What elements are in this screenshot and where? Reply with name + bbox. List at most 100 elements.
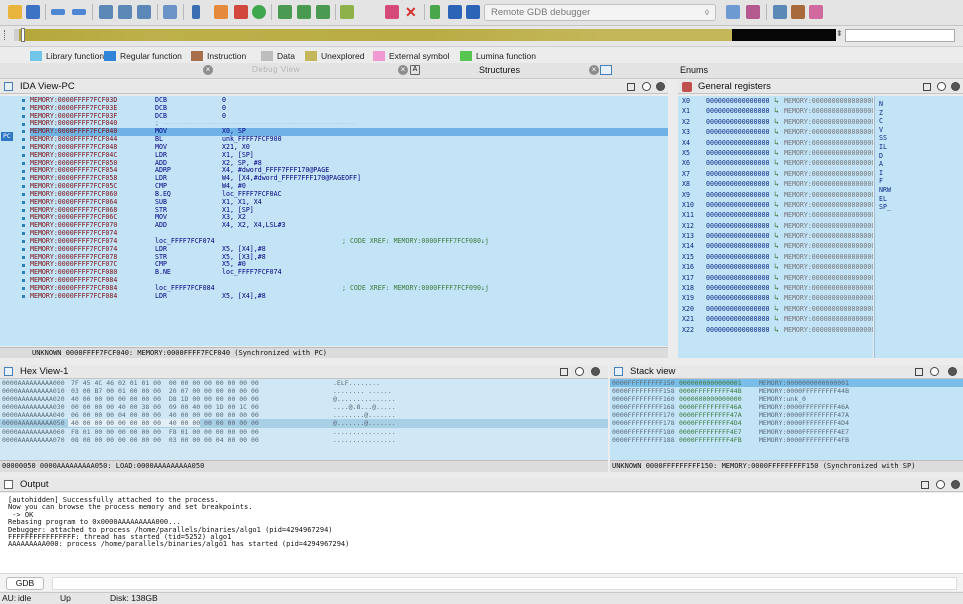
- register-jump-icon[interactable]: ↳: [774, 221, 779, 231]
- register-row[interactable]: X12 0000000000000000 ↳ MEMORY:0000000000000…: [678, 221, 873, 231]
- hex-row[interactable]: 0000AAAAAAAAA050 40 00 00 00 00 00 00 00 …: [0, 419, 608, 428]
- cursor-icon[interactable]: [192, 5, 200, 19]
- step-over-icon[interactable]: [791, 5, 805, 19]
- flag-name[interactable]: A: [879, 160, 883, 168]
- close-icon[interactable]: ×: [203, 65, 213, 75]
- register-jump-icon[interactable]: ↳: [774, 148, 779, 158]
- folder-icon[interactable]: [99, 5, 113, 19]
- register-row[interactable]: X9 0000000000000000 ↳ MEMORY:00000000000000…: [678, 190, 873, 200]
- disassembly-line[interactable]: MEMORY:0000FFFF7FCF03D DCB 0: [30, 96, 668, 105]
- register-row[interactable]: X0 0000000000000000 ↳ MEMORY:00000000000000…: [678, 96, 873, 106]
- close-icon[interactable]: [656, 82, 665, 91]
- disassembly-line[interactable]: MEMORY:0000FFFF7FCF064 SUB X1, X1, X4: [30, 198, 668, 207]
- command-input[interactable]: [52, 577, 957, 590]
- close-icon[interactable]: ×: [398, 65, 408, 75]
- tab-structures[interactable]: Structures: [479, 65, 520, 75]
- disassembly-line[interactable]: MEMORY:0000FFFF7FCF084 loc_FFFF7FCF084; C…: [30, 284, 668, 293]
- disassembly-listing[interactable]: PC MEMORY:0000FFFF7FCF03D DCB 0 MEMORY:0000…: [0, 96, 668, 346]
- attach-icon[interactable]: [726, 5, 740, 19]
- register-row[interactable]: X11 0000000000000000 ↳ MEMORY:0000000000000…: [678, 210, 873, 220]
- disassembly-line[interactable]: MEMORY:0000FFFF7FCF05C CMP W4, #0: [30, 182, 668, 191]
- back-icon[interactable]: [51, 9, 65, 15]
- register-jump-icon[interactable]: ↳: [774, 200, 779, 210]
- terminate-icon[interactable]: [466, 5, 480, 19]
- register-row[interactable]: X15 0000000000000000 ↳ MEMORY:0000000000000…: [678, 252, 873, 262]
- close-icon[interactable]: [948, 367, 957, 376]
- stack-row[interactable]: 0000FFFFFFFFF188 0000FFFFFFFFF4FB MEMORY:0…: [610, 436, 963, 444]
- disassembly-line[interactable]: MEMORY:0000FFFF7FCF048 MOV X21, X0: [30, 143, 668, 152]
- output-log[interactable]: [autohidden] Successfully attached to th…: [0, 493, 963, 573]
- run-to-cursor-icon[interactable]: [809, 5, 823, 19]
- register-row[interactable]: X1 0000000000000000 ↳ MEMORY:00000000000000…: [678, 106, 873, 116]
- disassembly-line[interactable]: MEMORY:0000FFFF7FCF050 ADD X2, SP, #8: [30, 159, 668, 168]
- breakpoint-icon[interactable]: [385, 5, 399, 19]
- stack-row[interactable]: 0000FFFFFFFFF158 0000FFFFFFFFF44B MEMORY:0…: [610, 387, 963, 395]
- register-jump-icon[interactable]: ↳: [774, 169, 779, 179]
- disassembly-line[interactable]: MEMORY:0000FFFF7FCF060 B.EQ loc_FFFF7FCF0A…: [30, 190, 668, 199]
- nav-address-input[interactable]: [845, 29, 955, 42]
- flags-list[interactable]: N Z C V SS IL D A I F NRW EL SP_: [874, 96, 963, 358]
- register-jump-icon[interactable]: ↳: [774, 117, 779, 127]
- flag-name[interactable]: I: [879, 169, 883, 177]
- graph-icon[interactable]: [234, 5, 248, 19]
- color-icon[interactable]: [252, 5, 266, 19]
- register-jump-icon[interactable]: ↳: [774, 304, 779, 314]
- stack-row[interactable]: 0000FFFFFFFFF168 0000FFFFFFFFF46A MEMORY:0…: [610, 403, 963, 411]
- restore-icon[interactable]: [923, 83, 931, 91]
- step-into-icon[interactable]: [773, 5, 787, 19]
- stack-listing[interactable]: 0000FFFFFFFFF150 0000000000000001 MEMORY:0…: [610, 379, 963, 460]
- disassembly-line[interactable]: MEMORY:0000FFFF7FCF080 B.NE loc_FFFF7FCF07…: [30, 268, 668, 277]
- register-row[interactable]: X20 0000000000000000 ↳ MEMORY:0000000000000…: [678, 304, 873, 314]
- flag-name[interactable]: Z: [879, 109, 883, 117]
- register-jump-icon[interactable]: ↳: [774, 106, 779, 116]
- navigation-strip[interactable]: [14, 28, 836, 42]
- disassembly-line[interactable]: MEMORY:0000FFFF7FCF058 LDR W4, [X4,#dword_…: [30, 174, 668, 183]
- minimize-icon[interactable]: [936, 480, 945, 489]
- pause-icon[interactable]: [448, 5, 462, 19]
- detach-icon[interactable]: [746, 5, 760, 19]
- register-row[interactable]: X22 0000000000000000 ↳ MEMORY:0000000000000…: [678, 325, 873, 335]
- register-row[interactable]: X3 0000000000000000 ↳ MEMORY:00000000000000…: [678, 127, 873, 137]
- disassembly-line[interactable]: MEMORY:0000FFFF7FCF040 MOV X0, SP: [30, 127, 668, 137]
- flag-name[interactable]: D: [879, 152, 883, 160]
- flag-name[interactable]: IL: [879, 143, 887, 151]
- disassembly-line[interactable]: MEMORY:0000FFFF7FCF040; -----------------…: [30, 120, 668, 128]
- register-jump-icon[interactable]: ↳: [774, 273, 779, 283]
- close-icon[interactable]: [951, 480, 960, 489]
- add-icon[interactable]: [278, 5, 292, 19]
- stack-row[interactable]: 0000FFFFFFFFF180 0000FFFFFFFFF4E7 MEMORY:0…: [610, 428, 963, 436]
- hex-row[interactable]: 0000AAAAAAAAA070 08 00 00 00 00 00 00 00 …: [0, 436, 608, 444]
- stack-row[interactable]: 0000FFFFFFFFF178 0000FFFFFFFFF4D4 MEMORY:0…: [610, 419, 963, 427]
- close-icon[interactable]: [591, 367, 600, 376]
- register-jump-icon[interactable]: ↳: [774, 96, 779, 106]
- close-icon[interactable]: [951, 82, 960, 91]
- flag-name[interactable]: F: [879, 177, 883, 185]
- nav-scroll-icon[interactable]: ⬍: [836, 29, 843, 38]
- flag-name[interactable]: EL: [879, 195, 887, 203]
- register-jump-icon[interactable]: ↳: [774, 158, 779, 168]
- minimize-icon[interactable]: [937, 82, 946, 91]
- disassembly-line[interactable]: MEMORY:0000FFFF7FCF044 BL unk_FFFF7FCF900: [30, 135, 668, 144]
- stack-row[interactable]: 0000FFFFFFFFF170 0000FFFFFFFFF47A MEMORY:0…: [610, 411, 963, 419]
- restore-icon[interactable]: [627, 83, 635, 91]
- save-icon[interactable]: [26, 5, 40, 19]
- disassembly-line[interactable]: MEMORY:0000FFFF7FCF084 LDR X5, [X4],#8: [30, 292, 668, 301]
- register-jump-icon[interactable]: ↳: [774, 190, 779, 200]
- stack-row[interactable]: 0000FFFFFFFFF150 0000000000000001 MEMORY:0…: [610, 379, 963, 388]
- run-icon[interactable]: [430, 5, 440, 19]
- segment-icon[interactable]: [137, 5, 151, 19]
- disassembly-line[interactable]: MEMORY:0000FFFF7FCF074 LDR X5, [X4],#8: [30, 245, 668, 254]
- general-registers-list[interactable]: X0 0000000000000000 ↳ MEMORY:00000000000000…: [678, 96, 873, 358]
- register-jump-icon[interactable]: ↳: [774, 179, 779, 189]
- hex-row[interactable]: 0000AAAAAAAAA030 00 00 00 00 40 00 38 00 …: [0, 403, 608, 411]
- register-jump-icon[interactable]: ↳: [774, 210, 779, 220]
- hex-dump[interactable]: 0000AAAAAAAAA000 7F 45 4C 46 02 01 01 00 …: [0, 379, 608, 460]
- flag-name[interactable]: SS: [879, 134, 887, 142]
- forward-icon[interactable]: [72, 9, 86, 15]
- register-row[interactable]: X21 0000000000000000 ↳ MEMORY:0000000000000…: [678, 314, 873, 324]
- disassembly-line[interactable]: MEMORY:0000FFFF7FCF07C CMP X5, #0: [30, 261, 668, 269]
- disassembly-line[interactable]: MEMORY:0000FFFF7FCF078 STR X5, [X3],#8: [30, 253, 668, 262]
- minimize-icon[interactable]: [930, 367, 939, 376]
- flag-name[interactable]: C: [879, 117, 883, 125]
- register-jump-icon[interactable]: ↳: [774, 314, 779, 324]
